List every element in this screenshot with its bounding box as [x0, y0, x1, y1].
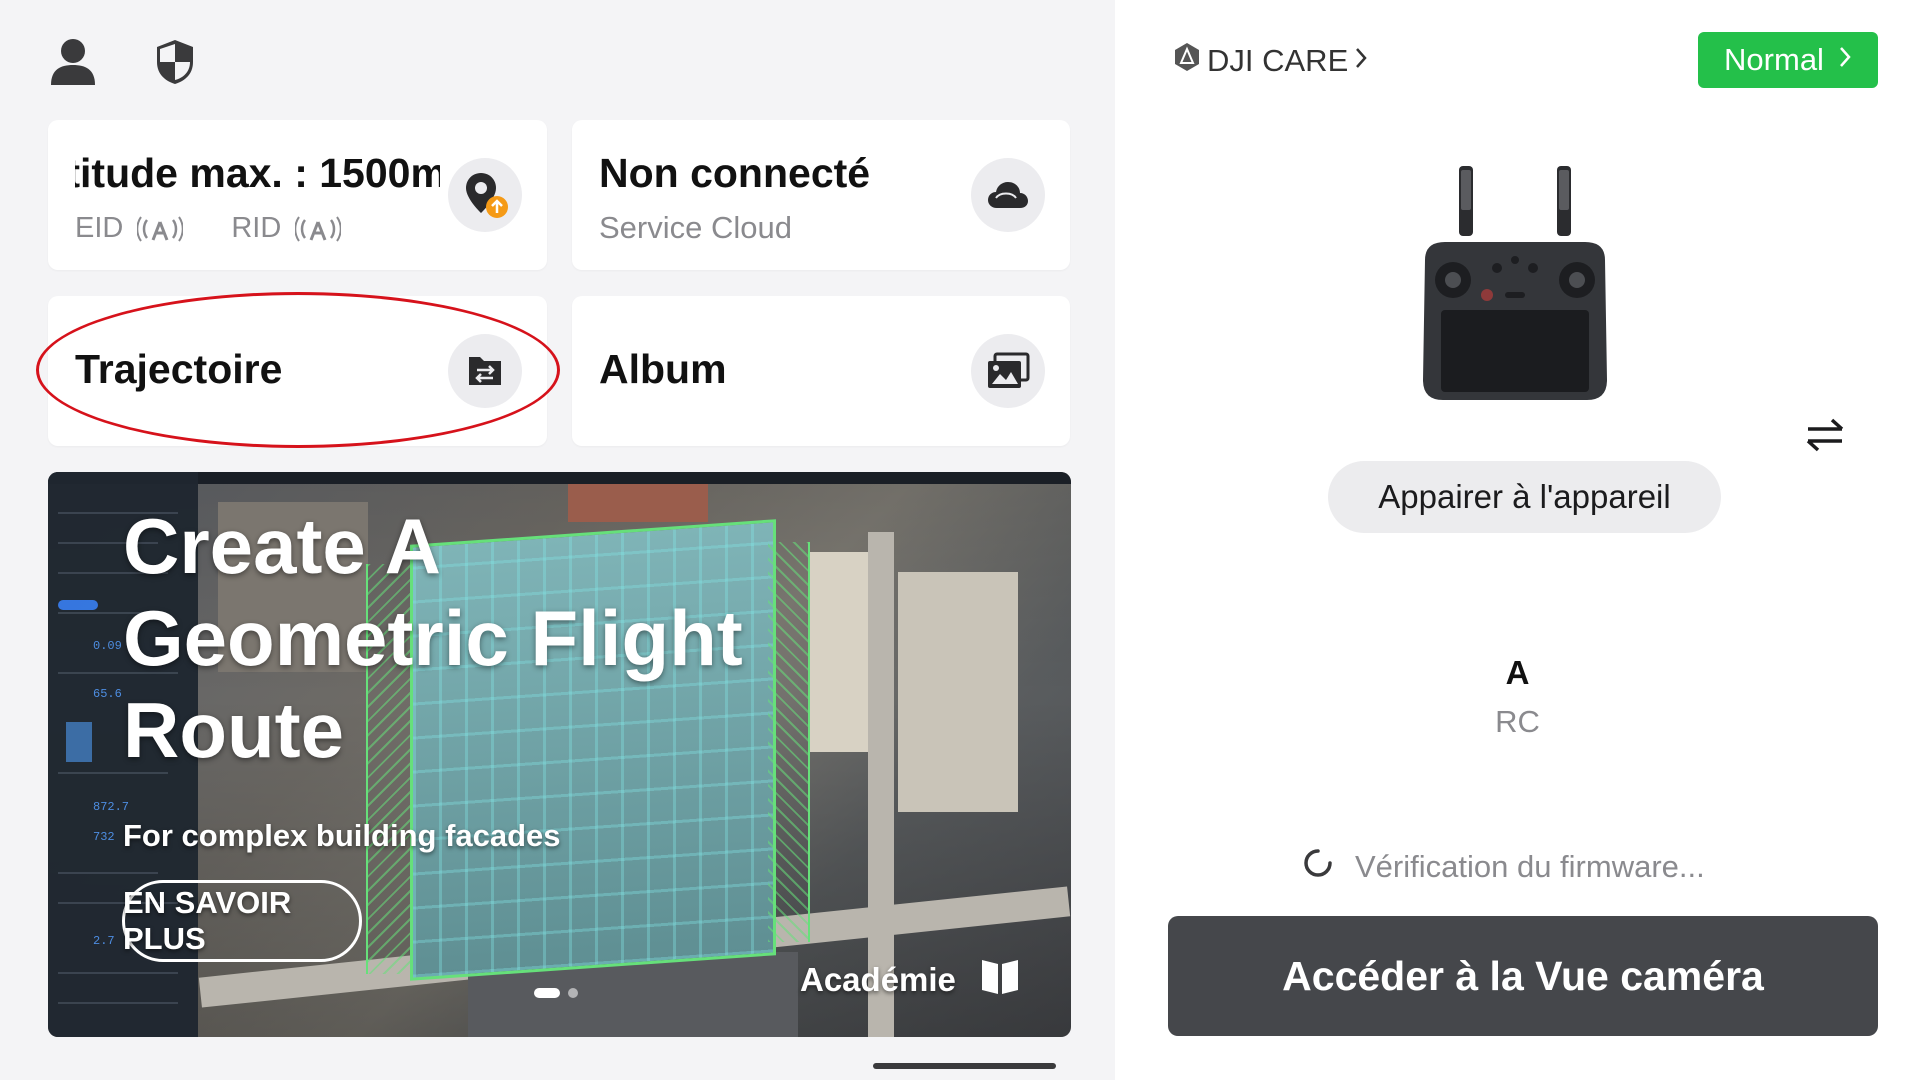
panel-value: 732: [93, 830, 115, 844]
learn-more-button[interactable]: EN SAVOIR PLUS: [122, 880, 362, 962]
banner-title-line: Create A: [123, 502, 441, 590]
carousel-indicator[interactable]: [534, 988, 578, 998]
status-normal-button[interactable]: Normal: [1698, 32, 1878, 88]
album-title: Album: [599, 346, 727, 392]
route-file-icon[interactable]: [448, 334, 522, 408]
eid-label: EID: [75, 212, 124, 244]
chevron-right-icon: [1354, 45, 1368, 77]
pair-device-button[interactable]: Appairer à l'appareil: [1328, 461, 1721, 533]
trajectory-card[interactable]: Trajectoire: [48, 296, 547, 446]
academy-banner[interactable]: 0.09 65.6 872.7 732 2.7 Create A Geometr…: [48, 472, 1071, 1037]
altitude-title-clip: ltitude max. : 1500m: [75, 150, 440, 204]
book-icon: [980, 956, 1020, 1004]
altitude-card[interactable]: ltitude max. : 1500m EID RID: [48, 120, 547, 270]
device-type-label: RC: [1495, 704, 1540, 739]
banner-title: Create A Geometric Flight Route: [123, 500, 743, 776]
remote-controller-image: [1405, 160, 1625, 405]
cloud-status-title: Non connecté: [599, 150, 871, 196]
image-icon[interactable]: [971, 334, 1045, 408]
home-indicator[interactable]: [873, 1063, 1056, 1069]
panel-value: 65.6: [93, 687, 122, 701]
carousel-dot[interactable]: [568, 988, 578, 998]
dji-care-icon: [1173, 42, 1201, 80]
camera-view-label: Accéder à la Vue caméra: [1282, 952, 1764, 999]
banner-subtitle: For complex building facades: [123, 818, 561, 853]
building-roof: [898, 572, 1018, 812]
swap-icon[interactable]: [1802, 415, 1848, 455]
rid-label: RID: [231, 212, 282, 244]
location-pin-icon[interactable]: [448, 158, 522, 232]
chevron-right-icon: [1838, 45, 1852, 76]
pair-device-label: Appairer à l'appareil: [1378, 478, 1671, 515]
dji-care-link[interactable]: DJI CARE: [1173, 42, 1368, 80]
user-icon[interactable]: [45, 34, 101, 90]
shield-icon[interactable]: [147, 34, 203, 90]
firmware-status: Vérification du firmware...: [1303, 848, 1705, 886]
software-titlebar: [48, 472, 1071, 484]
cloud-icon[interactable]: [971, 158, 1045, 232]
banner-title-line: Route: [123, 686, 344, 774]
device-letter: A: [1505, 654, 1530, 691]
academy-link[interactable]: Académie: [800, 956, 1020, 1004]
dji-care-label: DJI CARE: [1207, 43, 1349, 78]
panel-value: 2.7: [93, 934, 115, 948]
altitude-title: ltitude max. : 1500m: [75, 150, 440, 196]
building-roof: [808, 552, 868, 752]
signal-icon: [295, 215, 342, 242]
device-right-pane: DJI CARE Normal Appairer à l'appareil A …: [1115, 0, 1920, 1080]
spinner-icon: [1303, 848, 1333, 886]
camera-view-button[interactable]: Accéder à la Vue caméra: [1168, 916, 1878, 1036]
status-label: Normal: [1724, 42, 1824, 77]
academy-label: Académie: [800, 961, 956, 998]
panel-value: 872.7: [93, 800, 130, 814]
trajectory-title: Trajectoire: [75, 346, 283, 392]
wireframe-right: [768, 542, 810, 942]
cloud-service-card[interactable]: Non connecté Service Cloud: [572, 120, 1070, 270]
remote-id-row: EID RID: [75, 212, 389, 245]
carousel-dot-active[interactable]: [534, 988, 560, 998]
album-card[interactable]: Album: [572, 296, 1070, 446]
home-left-pane: ltitude max. : 1500m EID RID Non connect…: [0, 0, 1115, 1080]
signal-icon: [137, 215, 184, 242]
banner-title-line: Geometric Flight: [123, 594, 743, 682]
cloud-service-subtitle: Service Cloud: [599, 210, 792, 245]
learn-more-label: EN SAVOIR PLUS: [123, 885, 292, 956]
firmware-status-text: Vérification du firmware...: [1355, 849, 1705, 884]
panel-value: 0.09: [93, 639, 122, 653]
